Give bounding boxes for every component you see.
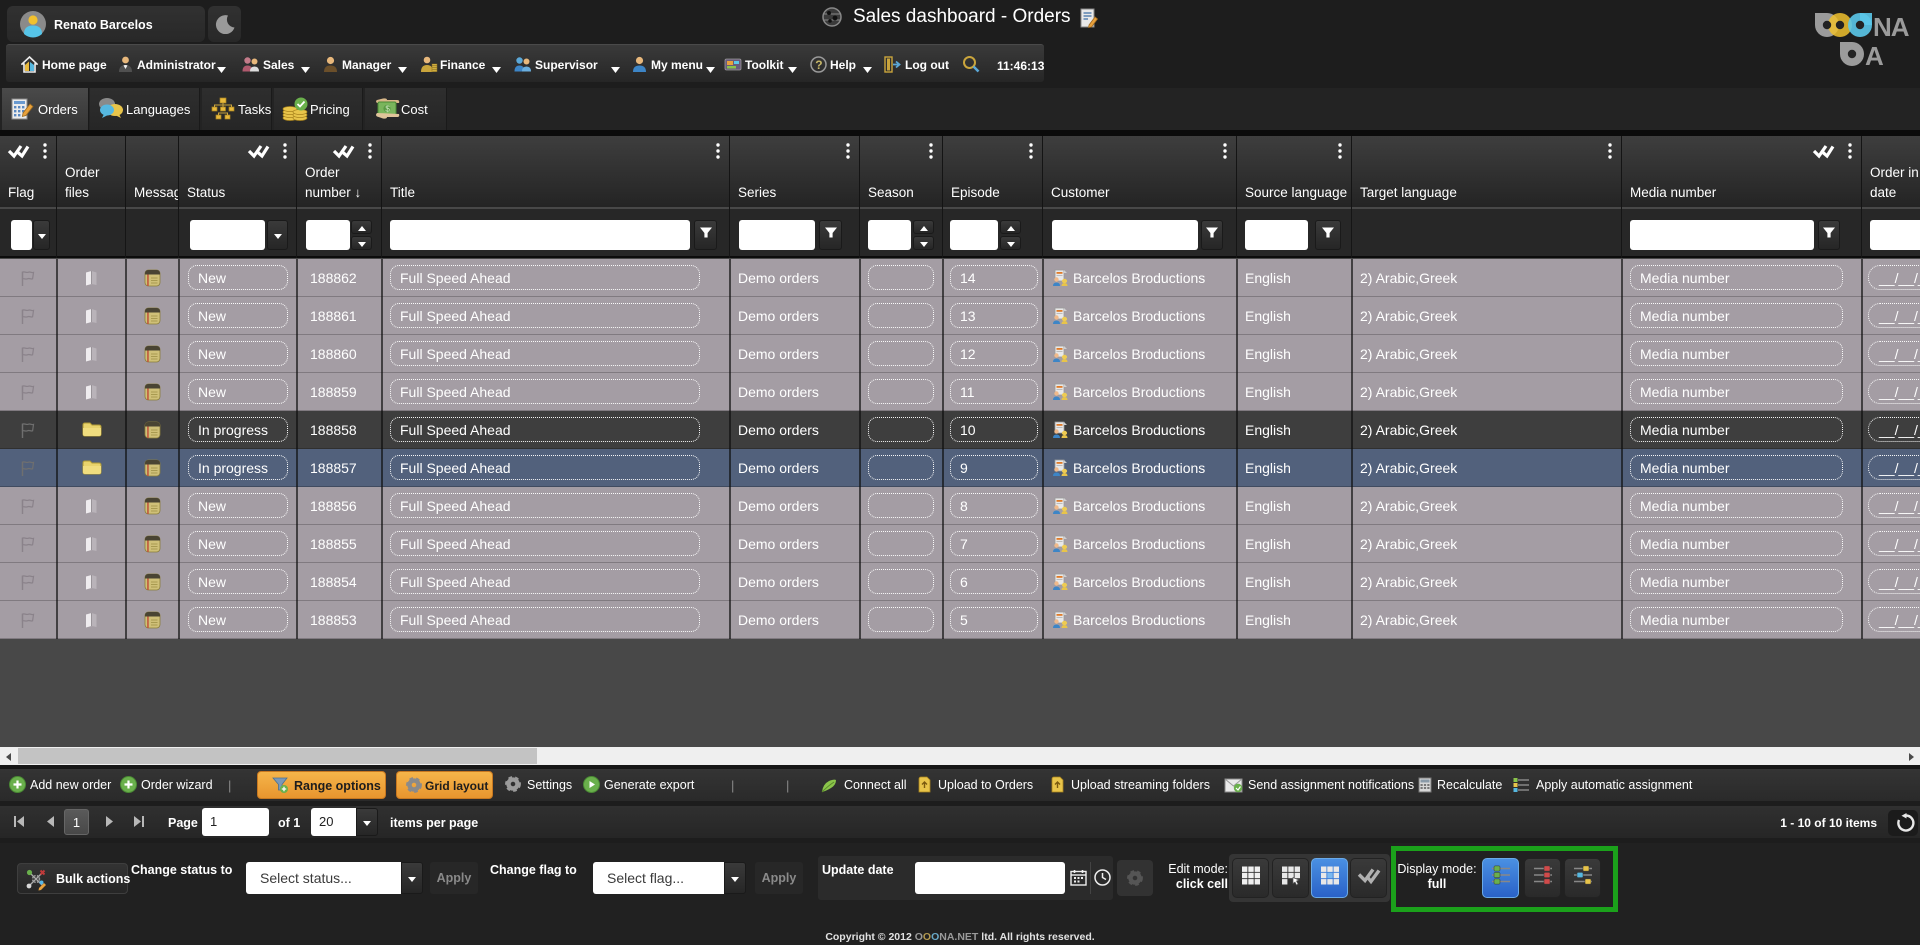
svg-text:$: $ [385, 105, 390, 114]
svg-text:A: A [1865, 41, 1884, 68]
svg-text:?: ? [815, 58, 822, 72]
svg-text:NA: NA [1873, 12, 1910, 42]
